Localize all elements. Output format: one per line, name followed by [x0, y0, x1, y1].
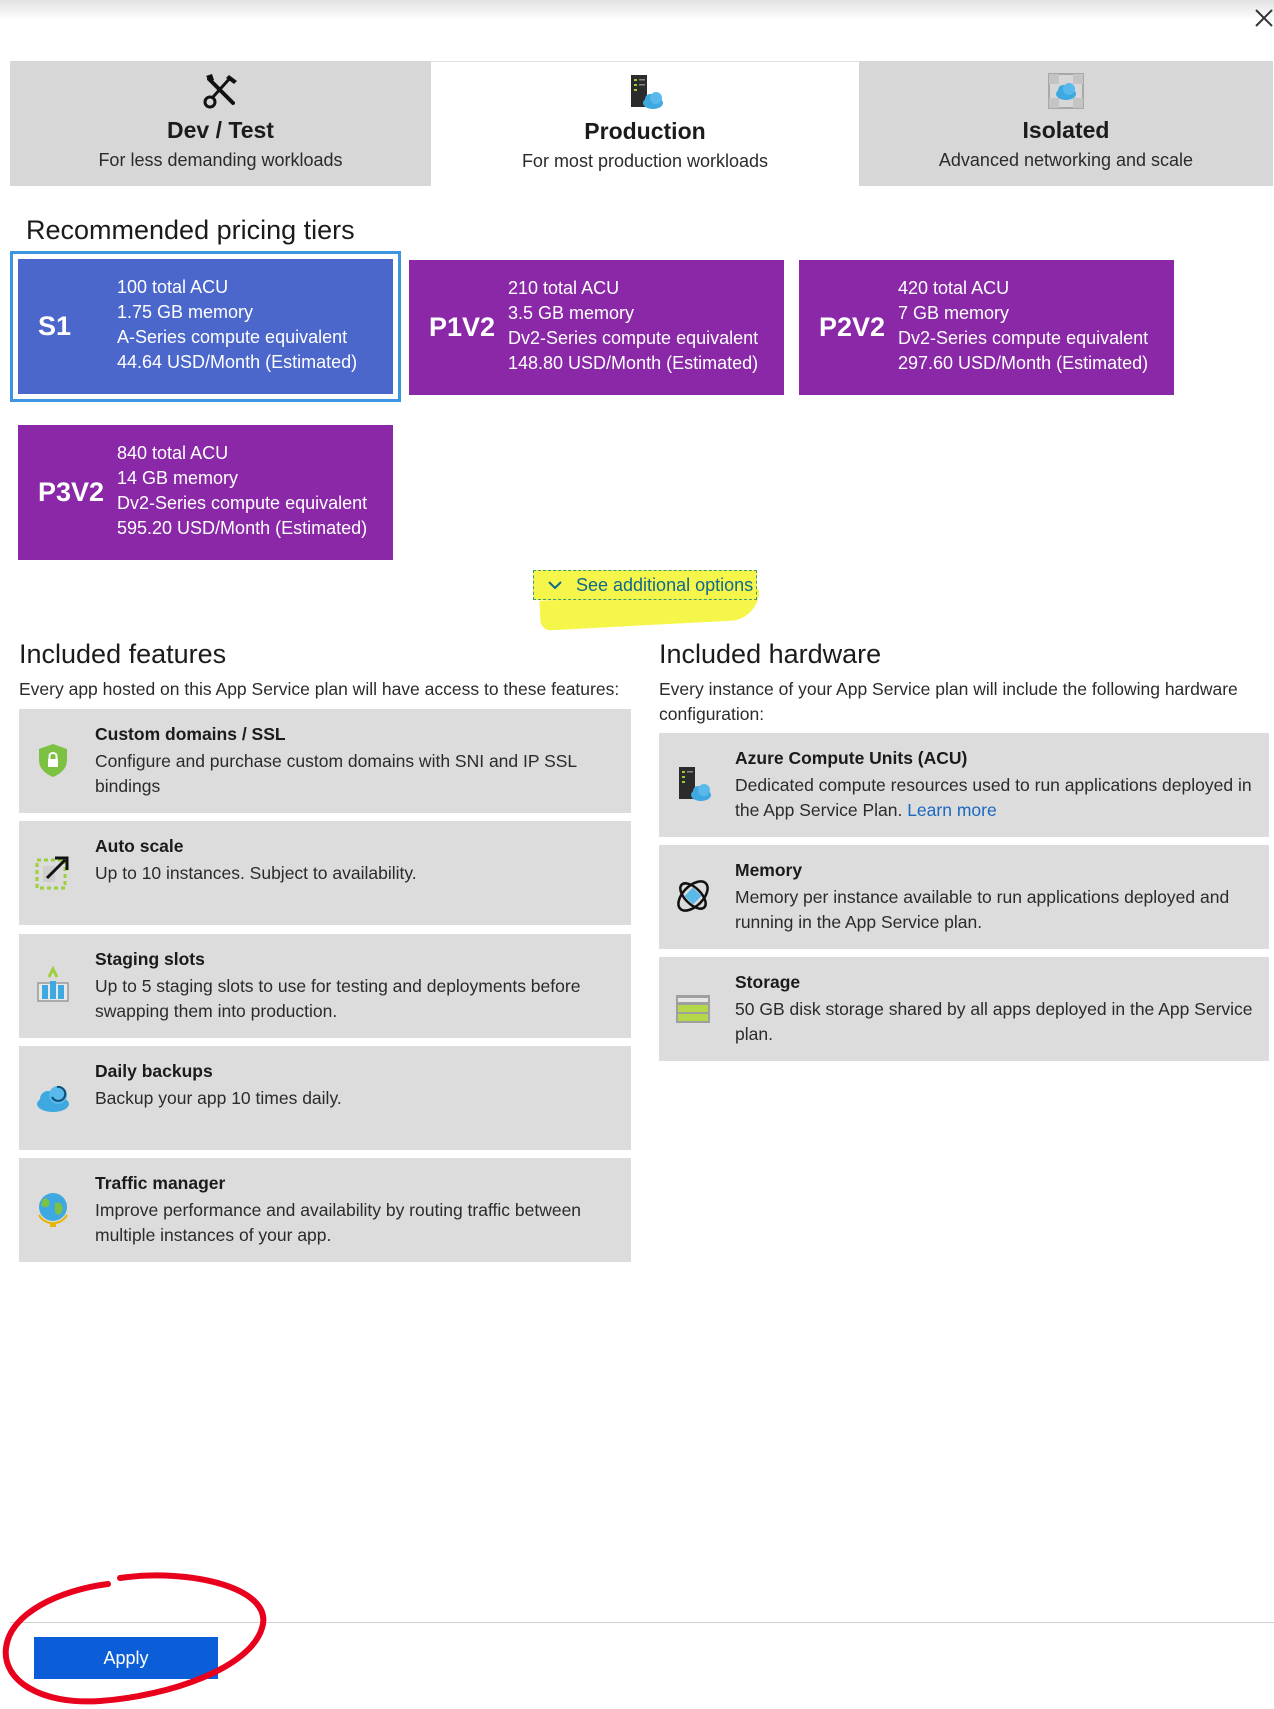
hardware-card-storage: Storage 50 GB disk storage shared by all… [659, 957, 1269, 1061]
tier-card-p2v2[interactable]: P2V2 420 total ACU 7 GB memory Dv2-Serie… [799, 260, 1174, 395]
apply-button[interactable]: Apply [34, 1637, 218, 1679]
staging-slots-icon [37, 965, 69, 1002]
tier-memory: 3.5 GB memory [508, 303, 635, 323]
footer-divider [10, 1622, 1274, 1623]
features-heading: Included features [19, 639, 227, 669]
tab-subtitle: For most production workloads [521, 151, 769, 171]
server-cloud-icon [679, 767, 711, 801]
hardware-title: Azure Compute Units (ACU) [735, 748, 968, 768]
tier-price: 148.80 USD/Month (Estimated) [508, 353, 759, 373]
globe-icon [38, 1193, 68, 1227]
feature-title: Daily backups [95, 1061, 213, 1081]
tab-title: Isolated [1022, 117, 1110, 143]
tier-name: S1 [38, 311, 72, 341]
tab-dev-test[interactable]: Dev / Test For less demanding workloads [10, 61, 431, 186]
feature-description: Backup your app 10 times daily. [95, 1088, 342, 1108]
feature-title: Staging slots [95, 949, 205, 969]
chevron-down-icon [548, 581, 562, 590]
shield-lock-icon [39, 744, 67, 777]
hardware-desc: Memory per instance available to run app… [735, 887, 1230, 932]
tier-memory: 14 GB memory [117, 468, 239, 488]
tier-name: P3V2 [38, 477, 105, 507]
hardware-title: Storage [735, 972, 801, 992]
tier-name: P2V2 [819, 312, 886, 342]
autoscale-icon [35, 856, 69, 890]
pricing-heading: Recommended pricing tiers [26, 215, 355, 245]
tab-production[interactable]: Production For most production workloads [431, 61, 859, 186]
feature-description: Up to 10 instances. Subject to availabil… [95, 863, 417, 883]
hardware-description: Every instance of your App Service plan … [659, 679, 1238, 724]
tier-acu: 210 total ACU [508, 278, 620, 298]
feature-title: Custom domains / SSL [95, 724, 286, 744]
tier-name: P1V2 [429, 312, 496, 342]
hardware-card-memory: Memory Memory per instance available to … [659, 845, 1269, 949]
tools-icon [203, 74, 237, 109]
tier-price: 297.60 USD/Month (Estimated) [898, 353, 1149, 373]
tier-memory: 7 GB memory [898, 303, 1010, 323]
tier-card-s1[interactable]: S1 100 total ACU 1.75 GB memory A-Series… [10, 251, 401, 402]
close-icon[interactable] [1250, 4, 1274, 32]
feature-description: Configure and purchase custom domains wi… [95, 751, 577, 796]
feature-title: Traffic manager [95, 1173, 226, 1193]
tab-isolated[interactable]: Isolated Advanced networking and scale [859, 61, 1273, 186]
feature-card-traffic-manager: Traffic manager Improve performance and … [19, 1158, 631, 1262]
tier-acu: 100 total ACU [117, 277, 229, 297]
feature-card-daily-backups: Daily backups Backup your app 10 times d… [19, 1046, 631, 1150]
feature-title: Auto scale [95, 836, 184, 856]
isolated-network-icon [1048, 73, 1084, 109]
hardware-heading: Included hardware [659, 639, 882, 669]
feature-card-custom-domains: Custom domains / SSL Configure and purch… [19, 709, 631, 813]
tier-acu: 840 total ACU [117, 443, 229, 463]
see-additional-options-button[interactable]: See additional options [533, 570, 757, 600]
cloud-backup-icon [37, 1085, 69, 1112]
tier-compute: Dv2-Series compute equivalent [117, 493, 368, 513]
top-shadow [0, 0, 1274, 20]
tab-subtitle: Advanced networking and scale [938, 150, 1194, 170]
tier-acu: 420 total ACU [898, 278, 1010, 298]
feature-description: Up to 5 staging slots to use for testing… [95, 976, 581, 1021]
tab-title: Dev / Test [167, 117, 274, 143]
feature-card-auto-scale: Auto scale Up to 10 instances. Subject t… [19, 821, 631, 925]
feature-description: Improve performance and availability by … [95, 1200, 582, 1245]
tier-card-p3v2[interactable]: P3V2 840 total ACU 14 GB memory Dv2-Seri… [18, 425, 393, 560]
see-more-label: See additional options [576, 575, 754, 595]
feature-card-staging-slots: Staging slots Up to 5 staging slots to u… [19, 934, 631, 1038]
learn-more-link[interactable]: Learn more [907, 800, 997, 820]
hardware-desc: 50 GB disk storage shared by all apps de… [735, 999, 1253, 1044]
tier-memory: 1.75 GB memory [117, 302, 254, 322]
hardware-description-text: Dedicated compute resources used to run … [735, 773, 1259, 823]
tier-compute: Dv2-Series compute equivalent [508, 328, 759, 348]
tier-price: 44.64 USD/Month (Estimated) [117, 352, 358, 372]
features-description: Every app hosted on this App Service pla… [19, 679, 620, 699]
hardware-card-acu: Azure Compute Units (ACU) Dedicated comp… [659, 733, 1269, 837]
server-cloud-icon [631, 75, 663, 109]
tier-compute: Dv2-Series compute equivalent [898, 328, 1149, 348]
tier-price: 595.20 USD/Month (Estimated) [117, 518, 368, 538]
tier-compute: A-Series compute equivalent [117, 327, 348, 347]
storage-icon [676, 995, 710, 1023]
hardware-title: Memory [735, 860, 803, 880]
tab-title: Production [584, 118, 706, 144]
tab-subtitle: For less demanding workloads [98, 150, 343, 170]
tier-card-p1v2[interactable]: P1V2 210 total ACU 3.5 GB memory Dv2-Ser… [409, 260, 784, 395]
memory-icon [677, 880, 709, 912]
